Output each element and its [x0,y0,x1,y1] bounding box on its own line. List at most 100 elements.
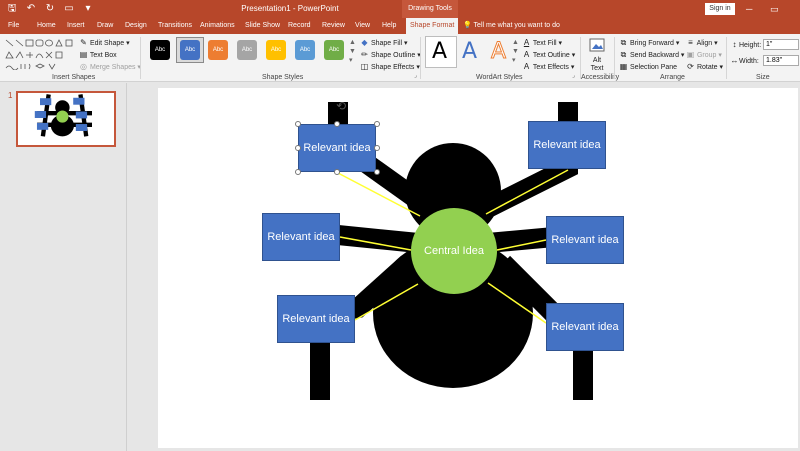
idea-box-top-right[interactable]: Relevant idea [528,121,606,169]
alt-text-button[interactable]: Alt Text [584,36,610,72]
wordart-style-orange-outline[interactable]: A [490,39,506,65]
rounded-rectangle-shape-icon [35,39,44,47]
oval-shape-icon [45,39,53,47]
tab-animations[interactable]: Animations [200,18,235,34]
tab-view[interactable]: View [355,18,370,34]
sign-in-button[interactable]: Sign in [705,3,735,15]
shape-effects-icon: ◫ [360,62,369,71]
text-effects-button[interactable]: A Text Effects ▾ [522,62,575,73]
gallery-more-icon[interactable]: ▾ [349,56,353,66]
star-shape-icon [48,63,56,70]
tab-insert[interactable]: Insert [67,18,85,34]
tell-me-search[interactable]: 💡 Tell me what you want to do [463,18,560,34]
height-input[interactable]: 1" [763,39,799,50]
tab-file[interactable]: File [8,18,19,34]
customize-qat-icon[interactable]: ▾ [82,2,94,16]
text-outline-button[interactable]: A Text Outline ▾ [522,50,575,61]
idea-box-mid-right[interactable]: Relevant idea [546,216,624,264]
tab-draw[interactable]: Draw [97,18,113,34]
group-label-size: Size [756,74,770,81]
shapes-gallery[interactable] [4,38,74,70]
tab-slide-show[interactable]: Slide Show [245,18,280,34]
tab-transitions[interactable]: Transitions [158,18,192,34]
resize-handle-w[interactable] [295,145,301,151]
text-box-icon: ▤ [79,50,88,59]
arc-shape-icon [35,53,44,59]
tab-help[interactable]: Help [382,18,396,34]
resize-handle-ne[interactable] [374,121,380,127]
align-icon: ≡ [688,38,693,47]
shape-styles-dialog-launcher-icon[interactable]: ⌟ [414,71,417,81]
text-fill-button[interactable]: A Text Fill ▾ [522,38,562,49]
shape-effects-button[interactable]: ◫ Shape Effects ▾ [360,62,420,73]
resize-handle-sw[interactable] [295,169,301,175]
textbox-shape-icon [65,39,73,47]
minimize-icon[interactable]: ─ [746,2,752,16]
start-from-beginning-icon[interactable]: ▭ [63,2,75,16]
tab-design[interactable]: Design [125,18,147,34]
bring-forward-icon: ⧉ [620,38,627,47]
tab-record[interactable]: Record [288,18,311,34]
wordart-dialog-launcher-icon[interactable]: ⌟ [572,71,575,81]
shape-style-blue[interactable]: Abc [180,40,200,60]
shape-style-green[interactable]: Abc [324,40,344,60]
group-label-arrange: Arrange [660,74,685,81]
restore-icon[interactable]: ▭ [770,2,779,16]
wordart-style-black[interactable]: A [432,39,447,65]
bracket-shape-icon [20,64,26,69]
window-title: Presentation1 - PowerPoint [241,4,339,13]
wordart-style-blue[interactable]: A [462,39,477,65]
group-label-shape-styles: Shape Styles [262,74,304,81]
slide-thumbnail[interactable] [16,91,116,147]
edit-shape-icon: ✎ [80,38,87,47]
selection-pane-icon: ▦ [619,62,628,71]
ribbon-tabs: File Home Insert Draw Design Transitions… [0,18,800,34]
width-input[interactable]: 1.83" [763,55,799,66]
shape-fill-button[interactable]: ◆ Shape Fill ▾ [360,38,407,49]
triangle-shape-icon [55,39,63,47]
idea-box-bottom-right[interactable]: Relevant idea [546,303,624,351]
bring-forward-button[interactable]: ⧉ Bring Forward ▾ [619,38,680,49]
shape-outline-button[interactable]: ✏ Shape Outline ▾ [360,50,421,61]
drawing-tools-context-label: Drawing Tools [402,0,458,18]
rotate-handle-icon[interactable]: ⟲ [336,100,346,112]
idea-box-mid-left[interactable]: Relevant idea [262,213,340,261]
central-idea-circle[interactable]: Central Idea [411,208,497,294]
resize-handle-n[interactable] [334,121,340,127]
slide-canvas[interactable]: Relevant idea ⟲ Relevant idea Relevant i… [158,88,798,448]
save-icon[interactable]: 🖫 [6,2,18,16]
shape-style-orange[interactable]: Abc [208,40,228,60]
resize-handle-s[interactable] [334,169,340,175]
send-backward-button[interactable]: ⧉ Send Backward ▾ [619,50,685,61]
shape-style-gold[interactable]: Abc [266,40,286,60]
chevron-shape-icon [15,51,24,59]
edit-shape-button[interactable]: ✎ Edit Shape ▾ [79,38,130,49]
idea-box-bottom-left[interactable]: Relevant idea [277,295,355,343]
shape-style-black[interactable]: Abc [150,40,170,60]
resize-handle-e[interactable] [374,145,380,151]
plus-shape-icon [26,52,33,58]
text-outline-icon: A [523,50,530,59]
shape-style-light-blue[interactable]: Abc [295,40,315,60]
merge-shapes-button[interactable]: ◎ Merge Shapes ▾ [79,62,141,73]
tab-review[interactable]: Review [322,18,345,34]
resize-handle-se[interactable] [374,169,380,175]
wordart-more-icon[interactable]: ▾ [512,56,516,66]
text-box-button[interactable]: ▤ Text Box [79,50,117,61]
idea-box-top-left[interactable]: Relevant idea [298,124,376,172]
group-label-wordart-styles: WordArt Styles [476,74,523,81]
tab-shape-format[interactable]: Shape Format [406,18,459,34]
tab-home[interactable]: Home [37,18,56,34]
align-button[interactable]: ≡ Align ▾ [686,38,717,49]
rotate-button[interactable]: ⟳ Rotate ▾ [686,62,723,73]
send-backward-icon: ⧉ [620,50,627,59]
paint-bucket-icon: ◆ [361,38,368,47]
redo-icon[interactable]: ↻ [44,2,56,16]
undo-icon[interactable]: ↶ [25,2,37,16]
selection-pane-button[interactable]: ▦ Selection Pane [619,62,677,73]
group-button[interactable]: ▣ Group ▾ [686,50,722,61]
brace-shape-icon [28,63,31,70]
slide-number: 1 [8,91,13,100]
resize-handle-nw[interactable] [295,121,301,127]
shape-style-gray[interactable]: Abc [237,40,257,60]
